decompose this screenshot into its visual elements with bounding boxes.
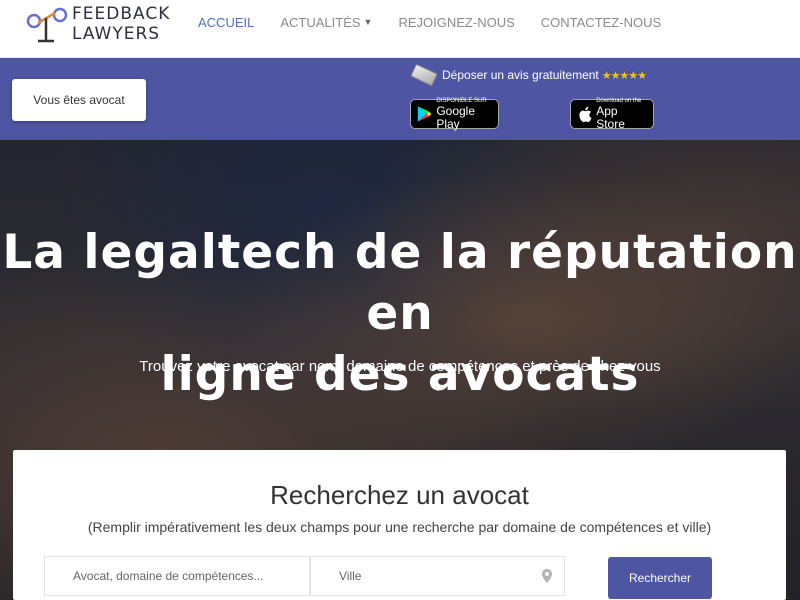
nav-item-actualites[interactable]: ACTUALITÉS ▼ [280, 15, 372, 30]
google-play-icon [417, 106, 432, 122]
google-play-badge[interactable]: DISPONIBLE SUR Google Play [410, 98, 499, 131]
brand-line1: FEEDBACK [72, 4, 171, 24]
search-input[interactable]: Avocat, domaine de compétences... [44, 556, 310, 596]
hero-title-line1: La legaltech de la réputation en [2, 225, 798, 341]
app-promo-band: Vous êtes avocat Déposer un avis gratuit… [0, 58, 800, 140]
navbar: FEEDBACK LAWYERS ACCUEIL ACTUALITÉS ▼ REJ… [0, 0, 800, 58]
search-placeholder: Avocat, domaine de compétences... [73, 569, 264, 583]
search-button[interactable]: Rechercher [608, 557, 712, 599]
search-card: Recherchez un avocat (Remplir impérative… [13, 450, 786, 600]
search-subtitle: (Remplir impérativement les deux champs … [87, 519, 712, 535]
city-input[interactable]: Ville [310, 556, 565, 596]
nav-label: ACTUALITÉS [280, 14, 361, 30]
location-pin-icon [542, 569, 552, 583]
nav-item-rejoignez-nous[interactable]: REJOIGNEZ-NOUS [398, 15, 514, 30]
search-title: Recherchez un avocat [270, 480, 529, 510]
apple-icon [579, 106, 592, 122]
chevron-down-icon: ▼ [363, 17, 373, 27]
app-store-label: App Store [596, 103, 625, 131]
hero-subtitle: Trouvez votre avocat par nom, domaine de… [139, 358, 661, 375]
review-text: Déposer un avis gratuitement [442, 68, 599, 82]
brand-name: FEEDBACK LAWYERS [72, 4, 170, 44]
stars-icon: ★★★★★ [601, 69, 647, 82]
hero-title: La legaltech de la réputation en ligne d… [0, 222, 800, 405]
nav-label: ACCUEIL [198, 14, 255, 30]
nav-label: REJOIGNEZ-NOUS [398, 14, 515, 30]
nav-label: CONTACTEZ-NOUS [540, 14, 662, 30]
lawyer-button[interactable]: Vous êtes avocat [12, 79, 146, 121]
brand-line2: LAWYERS [72, 24, 161, 44]
phone-icon [410, 63, 438, 87]
scales-logo-icon [26, 7, 68, 43]
city-placeholder: Ville [339, 569, 362, 583]
brand-logo[interactable]: FEEDBACK LAWYERS [24, 2, 174, 46]
nav-item-accueil[interactable]: ACCUEIL [198, 15, 254, 30]
google-play-label: Google Play [436, 103, 476, 131]
review-link[interactable]: Déposer un avis gratuitement ★★★★★ [410, 63, 647, 87]
nav-item-contactez-nous[interactable]: CONTACTEZ-NOUS [541, 15, 661, 30]
main-nav: ACCUEIL ACTUALITÉS ▼ REJOIGNEZ-NOUS CONTA… [185, 0, 674, 44]
app-store-badge[interactable]: Download on the App Store [570, 98, 654, 131]
